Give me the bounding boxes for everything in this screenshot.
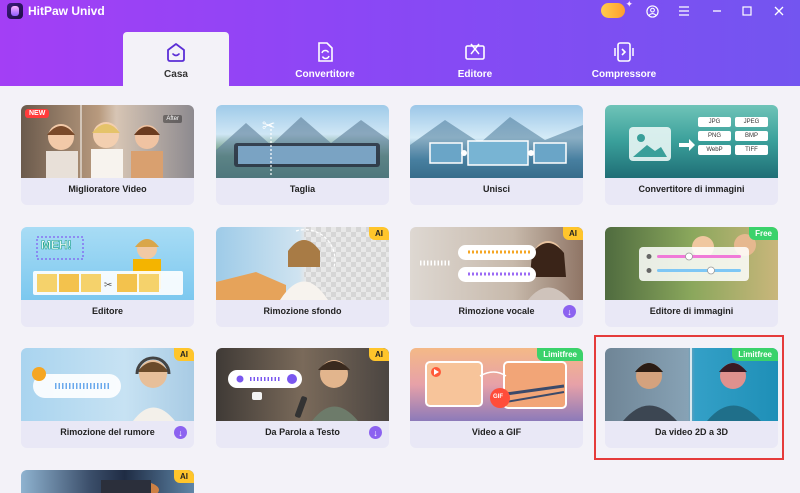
tool-thumbnail (216, 227, 389, 300)
tool-card-convertitore-immagini[interactable]: JPG JPEG PNG BMP WebP TIFF Convertitore … (605, 105, 778, 205)
download-icon[interactable]: ↓ (369, 426, 382, 439)
after-label: After (163, 115, 182, 123)
format-chip: JPEG (735, 117, 768, 127)
app-header: HitPaw Univd Casa Convertitore Editore C… (0, 0, 800, 86)
tool-label: Rimozione sfondo (263, 306, 342, 316)
format-chip: JPG (698, 117, 731, 127)
tool-card-unisci[interactable]: Unisci (410, 105, 583, 205)
tool-thumbnail (410, 105, 583, 178)
tool-thumbnail: JPG JPEG PNG BMP WebP TIFF (605, 105, 778, 178)
maximize-icon[interactable] (738, 2, 756, 20)
tab-label: Editore (457, 69, 493, 80)
tool-label: Unisci (482, 184, 510, 194)
tool-thumbnail: ✂ (216, 105, 389, 178)
convert-icon (318, 42, 333, 62)
home-icon (167, 43, 185, 62)
format-chip: BMP (735, 131, 768, 141)
selection-highlight (594, 335, 784, 460)
tool-label: Convertitore di immagini (638, 184, 745, 194)
gif-label: GIF (493, 394, 503, 400)
format-chip: WebP (698, 145, 731, 155)
tool-label: Da Parola a Testo (265, 427, 340, 437)
tool-label: Editore (91, 306, 123, 316)
tool-thumbnail (21, 470, 194, 493)
tab-label: Compressore (591, 69, 657, 80)
tab-editore[interactable]: Editore (422, 32, 528, 86)
app-title: HitPaw Univd (28, 4, 105, 18)
tool-label: Video a GIF (471, 427, 522, 437)
tool-card-rimozione-vocale[interactable]: AI Rimozione vocale ↓ (410, 227, 583, 327)
tool-label: Miglioratore Video (68, 184, 147, 194)
svg-text:✂: ✂ (104, 280, 112, 291)
tool-card-video-a-gif[interactable]: GIF Limitfree Video a GIF (410, 348, 583, 448)
tool-label: Rimozione del rumore (60, 427, 155, 437)
ai-badge: AI (563, 227, 583, 240)
tool-card-miglioratore-video[interactable]: After NEW Miglioratore Video (21, 105, 194, 205)
tool-card-rimozione-sfondo[interactable]: AI Rimozione sfondo (216, 227, 389, 327)
tab-compressore[interactable]: Compressore (571, 32, 677, 86)
limitfree-badge: Limitfree (537, 348, 583, 361)
download-icon[interactable]: ↓ (563, 305, 576, 318)
tool-label: Taglia (289, 184, 316, 194)
tool-card-da-parola-a-testo[interactable]: AI Da Parola a Testo ↓ (216, 348, 389, 448)
download-icon[interactable]: ↓ (174, 426, 187, 439)
app-logo (7, 3, 23, 19)
tool-thumbnail: ✂ MEH! (21, 227, 194, 300)
tool-label: Editore di immagini (649, 306, 734, 316)
format-grid: JPG JPEG PNG BMP WebP TIFF (698, 117, 768, 155)
tool-card-partial[interactable]: AI (21, 470, 194, 493)
tool-card-taglia[interactable]: ✂ Taglia (216, 105, 389, 205)
minimize-icon[interactable] (708, 2, 726, 20)
tool-thumbnail (216, 348, 389, 421)
editor-icon (465, 43, 485, 60)
meh-sticker: MEH! (41, 238, 72, 253)
ai-badge: AI (174, 470, 194, 483)
tab-label: Casa (164, 69, 188, 80)
svg-text:✂: ✂ (262, 118, 275, 135)
format-chip: PNG (698, 131, 731, 141)
tool-card-editore[interactable]: ✂ MEH! Editore (21, 227, 194, 327)
close-icon[interactable] (770, 2, 788, 20)
ai-badge: AI (369, 348, 389, 361)
ai-badge: AI (174, 348, 194, 361)
tool-card-rimozione-rumore[interactable]: AI Rimozione del rumore ↓ (21, 348, 194, 448)
free-badge: Free (749, 227, 778, 240)
tool-label: Rimozione vocale (458, 306, 535, 316)
tool-thumbnail (410, 227, 583, 300)
tool-card-editore-immagini[interactable]: Free Editore di immagini (605, 227, 778, 327)
ai-badge: AI (369, 227, 389, 240)
premium-crown-icon[interactable] (601, 0, 633, 18)
tool-thumbnail (21, 348, 194, 421)
compress-icon (614, 42, 634, 62)
tab-label: Convertitore (295, 69, 355, 80)
format-chip: TIFF (735, 145, 768, 155)
account-icon[interactable] (643, 2, 661, 20)
menu-icon[interactable] (675, 2, 693, 20)
title-bar: HitPaw Univd (0, 0, 800, 22)
tab-casa[interactable]: Casa (123, 32, 229, 86)
tab-convertitore[interactable]: Convertitore (272, 32, 378, 86)
new-badge: NEW (25, 109, 50, 118)
